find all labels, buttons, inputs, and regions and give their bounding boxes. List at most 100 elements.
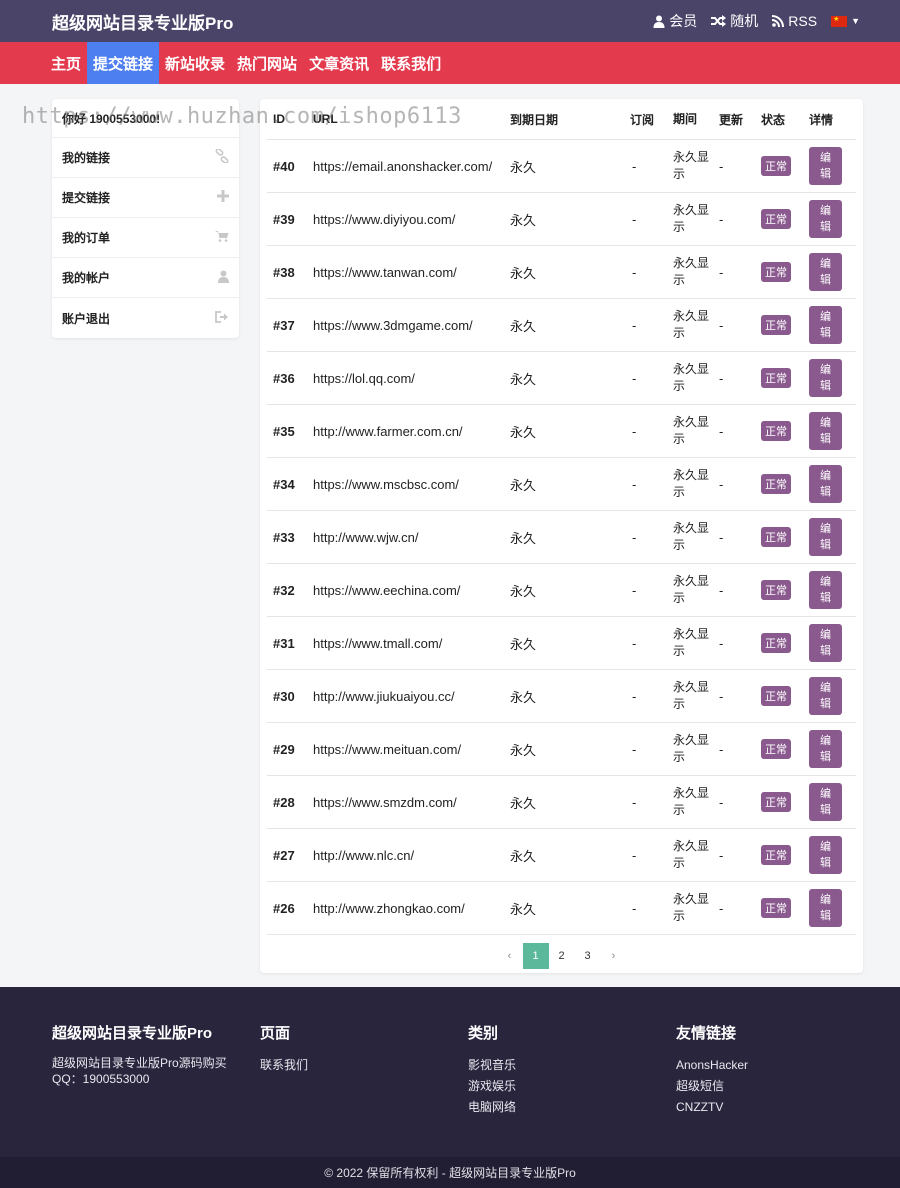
col-header-status[interactable]: 状态	[761, 111, 809, 128]
status-badge: 正常	[761, 474, 791, 494]
row-period: 永久显示	[673, 521, 710, 552]
sidebar-item-submit-link[interactable]: 提交链接	[52, 178, 239, 218]
page-button-3[interactable]: 3	[575, 943, 601, 969]
row-details-cell: 编辑	[809, 147, 849, 185]
edit-button[interactable]: 编辑	[809, 412, 842, 450]
table-row: #33 http://www.wjw.cn/永久 - 永久显示 - 正常 编辑	[267, 511, 856, 564]
row-period: 永久显示	[673, 203, 710, 234]
page-prev-button[interactable]: ‹	[497, 943, 523, 969]
row-url[interactable]: https://email.anonshacker.com/	[313, 159, 510, 174]
col-header-period[interactable]: 期间	[673, 111, 719, 128]
user-greeting: 你好 1900553000!	[52, 99, 239, 138]
page-button-1[interactable]: 1	[522, 943, 549, 969]
page-button-2[interactable]: 2	[549, 943, 575, 969]
row-url[interactable]: https://www.meituan.com/	[313, 742, 510, 757]
user-icon	[218, 270, 229, 286]
edit-button[interactable]: 编辑	[809, 306, 842, 344]
edit-button[interactable]: 编辑	[809, 518, 842, 556]
col-header-id[interactable]: ID	[267, 112, 313, 126]
edit-button[interactable]: 编辑	[809, 571, 842, 609]
row-url[interactable]: https://www.mscbsc.com/	[313, 477, 510, 492]
sidebar-item-label: 账户退出	[62, 311, 111, 326]
table-header: ID URL 到期日期 订阅 期间 更新 状态 详情	[267, 99, 856, 140]
row-details-cell: 编辑	[809, 571, 849, 609]
row-period: 永久显示	[673, 256, 710, 287]
edit-button[interactable]: 编辑	[809, 730, 842, 768]
row-url[interactable]: https://www.tmall.com/	[313, 636, 510, 651]
edit-button[interactable]: 编辑	[809, 359, 842, 397]
footer-link-cnzztv[interactable]: CNZZTV	[676, 1097, 748, 1118]
row-url[interactable]: http://www.jiukuaiyou.cc/	[313, 689, 510, 704]
row-status-cell: 正常	[761, 421, 809, 441]
row-url[interactable]: https://www.3dmgame.com/	[313, 318, 510, 333]
edit-button[interactable]: 编辑	[809, 677, 842, 715]
sidebar-item-logout[interactable]: 账户退出	[52, 298, 239, 338]
row-period: 永久显示	[673, 680, 710, 711]
row-url[interactable]: https://www.smzdm.com/	[313, 795, 510, 810]
footer-link-category-movies[interactable]: 影视音乐	[468, 1055, 516, 1076]
col-header-expire[interactable]: 到期日期	[510, 111, 630, 128]
col-header-url[interactable]: URL	[313, 112, 510, 126]
row-update: -	[719, 794, 724, 810]
rss-link[interactable]: RSS	[772, 13, 817, 29]
edit-button[interactable]: 编辑	[809, 253, 842, 291]
row-expire-date: 永久	[510, 265, 537, 281]
row-url[interactable]: http://www.farmer.com.cn/	[313, 424, 510, 439]
row-url[interactable]: http://www.zhongkao.com/	[313, 901, 510, 916]
edit-button[interactable]: 编辑	[809, 889, 842, 927]
row-url[interactable]: https://www.diyiyou.com/	[313, 212, 510, 227]
site-title[interactable]: 超级网站目录专业版Pro	[52, 9, 653, 34]
footer-link-sms[interactable]: 超级短信	[676, 1076, 748, 1097]
page-next-button[interactable]: ›	[601, 943, 627, 969]
edit-button[interactable]: 编辑	[809, 465, 842, 503]
random-link[interactable]: 随机	[711, 11, 758, 31]
footer-link-category-games[interactable]: 游戏娱乐	[468, 1076, 516, 1097]
status-badge: 正常	[761, 156, 791, 176]
footer-link-anonshacker[interactable]: AnonsHacker	[676, 1055, 748, 1076]
nav-hot-sites[interactable]: 热门网站	[231, 42, 303, 84]
table-row: #27 http://www.nlc.cn/永久 - 永久显示 - 正常 编辑	[267, 829, 856, 882]
footer-link-contact[interactable]: 联系我们	[260, 1055, 308, 1076]
sidebar-item-my-account[interactable]: 我的帐户	[52, 258, 239, 298]
row-details-cell: 编辑	[809, 200, 849, 238]
footer: 超级网站目录专业版Pro 超级网站目录专业版Pro源码购买QQ：19005530…	[0, 987, 900, 1157]
row-update: -	[719, 370, 724, 386]
footer-about-title: 超级网站目录专业版Pro	[52, 1025, 213, 1042]
row-status-cell: 正常	[761, 527, 809, 547]
random-label: 随机	[730, 13, 759, 29]
language-switcher[interactable]: ▼	[831, 15, 860, 27]
footer-about-desc: 超级网站目录专业版Pro源码购买QQ：1900553000	[52, 1056, 227, 1086]
row-update: -	[719, 476, 724, 492]
nav-home[interactable]: 主页	[45, 42, 87, 84]
edit-button[interactable]: 编辑	[809, 147, 842, 185]
row-url[interactable]: http://www.wjw.cn/	[313, 530, 510, 545]
edit-button[interactable]: 编辑	[809, 200, 842, 238]
nav-contact[interactable]: 联系我们	[375, 42, 447, 84]
row-subscription: -	[632, 317, 637, 333]
row-status-cell: 正常	[761, 262, 809, 282]
row-id: #33	[273, 529, 295, 545]
col-header-update[interactable]: 更新	[719, 111, 761, 128]
edit-button[interactable]: 编辑	[809, 624, 842, 662]
row-url[interactable]: https://www.eechina.com/	[313, 583, 510, 598]
row-subscription: -	[632, 900, 637, 916]
col-header-details[interactable]: 详情	[809, 111, 849, 128]
row-subscription: -	[632, 370, 637, 386]
nav-new-sites[interactable]: 新站收录	[159, 42, 231, 84]
row-url[interactable]: https://www.tanwan.com/	[313, 265, 510, 280]
row-status-cell: 正常	[761, 686, 809, 706]
col-header-subscription[interactable]: 订阅	[630, 111, 673, 128]
edit-button[interactable]: 编辑	[809, 783, 842, 821]
edit-button[interactable]: 编辑	[809, 836, 842, 874]
sidebar-item-my-links[interactable]: 我的链接	[52, 138, 239, 178]
table-row: #37 https://www.3dmgame.com/永久 - 永久显示 - 正常 编辑	[267, 299, 856, 352]
row-url[interactable]: https://lol.qq.com/	[313, 371, 510, 386]
nav-submit-link[interactable]: 提交链接	[87, 42, 160, 84]
footer-link-category-computers[interactable]: 电脑网络	[468, 1097, 516, 1118]
link-icon	[215, 148, 229, 166]
nav-articles[interactable]: 文章资讯	[303, 42, 375, 84]
row-id: #30	[273, 688, 295, 704]
member-link[interactable]: 会员	[653, 11, 697, 31]
row-url[interactable]: http://www.nlc.cn/	[313, 848, 510, 863]
sidebar-item-my-orders[interactable]: 我的订单	[52, 218, 239, 258]
